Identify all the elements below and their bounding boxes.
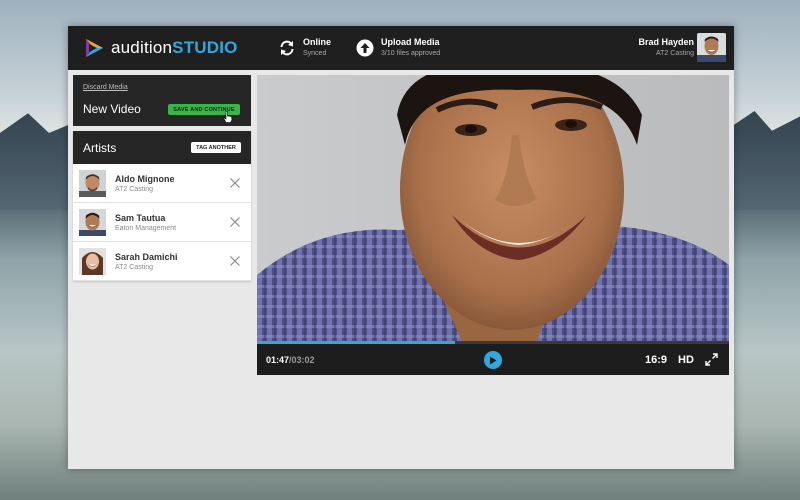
user-avatar[interactable]	[697, 33, 726, 62]
remove-artist-icon[interactable]	[229, 177, 241, 189]
background-mountain-right	[730, 111, 800, 210]
artist-row[interactable]: Aldo Mignone AT2 Casting	[73, 164, 251, 203]
user-name: Brad Hayden	[638, 37, 694, 47]
app-logo[interactable]: auditionSTUDIO	[83, 37, 238, 59]
sync-status[interactable]: Online Synced	[277, 37, 331, 59]
player-controls: 01:47/03:02 16:9 HD	[257, 344, 729, 375]
artists-title: Artists	[83, 141, 117, 155]
upload-subtitle: 3/10 files approved	[381, 50, 441, 57]
background-mountain-left	[0, 113, 70, 210]
artist-agency: AT2 Casting	[115, 186, 153, 193]
fullscreen-icon[interactable]	[705, 353, 718, 366]
play-icon	[490, 356, 497, 364]
play-button[interactable]	[484, 351, 502, 369]
tag-another-button[interactable]: TAG ANOTHER	[191, 142, 241, 153]
app-window: auditionSTUDIO Online Synced Upload Medi…	[68, 26, 734, 469]
top-bar: auditionSTUDIO Online Synced Upload Medi…	[68, 26, 734, 70]
artist-avatar	[79, 170, 106, 197]
discard-media-link[interactable]: Discard Media	[83, 84, 128, 91]
play-logo-icon	[86, 39, 103, 57]
artist-name: Aldo Mignone	[115, 174, 175, 184]
upload-title: Upload Media	[381, 37, 440, 47]
upload-icon	[355, 38, 375, 58]
new-video-panel: Discard Media New Video SAVE AND CONTINU…	[73, 75, 251, 126]
video-frame[interactable]	[257, 75, 729, 341]
hand-cursor-icon	[223, 111, 233, 123]
time-display: 01:47/03:02	[266, 355, 315, 365]
hd-toggle[interactable]: HD	[678, 354, 694, 366]
artist-row[interactable]: Sarah Damichi AT2 Casting	[73, 242, 251, 281]
aspect-ratio-toggle[interactable]: 16:9	[645, 354, 667, 366]
app-name: auditionSTUDIO	[111, 38, 238, 57]
artist-row[interactable]: Sam Tautua Eaton Management	[73, 203, 251, 242]
sync-subtitle: Synced	[303, 50, 327, 57]
current-time: 01:47	[266, 355, 290, 365]
upload-media-button[interactable]: Upload Media 3/10 files approved	[355, 37, 440, 59]
user-info[interactable]: Brad Hayden AT2 Casting	[638, 37, 694, 59]
artists-header: Artists TAG ANOTHER	[73, 131, 251, 164]
sync-icon	[277, 38, 297, 58]
remove-artist-icon[interactable]	[229, 216, 241, 228]
artist-avatar	[79, 248, 106, 275]
new-video-title: New Video	[83, 102, 141, 116]
video-player[interactable]: 01:47/03:02 16:9 HD	[257, 75, 729, 375]
artist-agency: AT2 Casting	[115, 264, 153, 271]
remove-artist-icon[interactable]	[229, 255, 241, 267]
user-company: AT2 Casting	[656, 50, 694, 57]
artist-agency: Eaton Management	[115, 225, 177, 232]
duration: 03:02	[291, 355, 315, 365]
sync-title: Online	[303, 37, 332, 47]
artist-avatar	[79, 209, 106, 236]
artist-name: Sam Tautua	[115, 213, 166, 223]
artists-panel: Artists TAG ANOTHER Aldo Mignone AT2 Cas…	[73, 131, 251, 281]
artist-name: Sarah Damichi	[115, 252, 178, 262]
